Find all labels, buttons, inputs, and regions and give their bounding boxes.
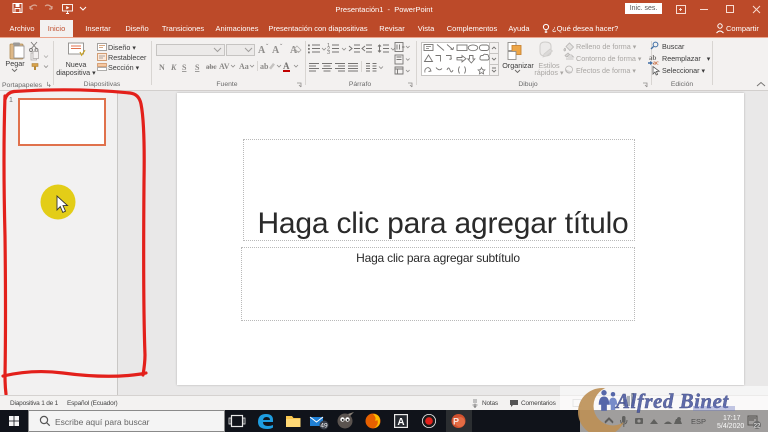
svg-text:A​V: A​V bbox=[219, 62, 230, 71]
svg-text:abc: abc bbox=[206, 63, 217, 71]
svg-text:S: S bbox=[182, 63, 187, 72]
svg-text:49: 49 bbox=[320, 422, 328, 429]
svg-text:P: P bbox=[453, 417, 459, 427]
svg-text:K: K bbox=[170, 63, 177, 72]
svg-text:A: A bbox=[397, 417, 404, 428]
svg-text:N: N bbox=[159, 63, 165, 72]
svg-text:3: 3 bbox=[327, 50, 330, 56]
svg-text:ac: ac bbox=[653, 61, 659, 67]
svg-text:ˇ: ˇ bbox=[280, 43, 283, 51]
svg-text:S: S bbox=[195, 63, 200, 72]
svg-text:Aa: Aa bbox=[239, 62, 249, 71]
svg-text:A: A bbox=[272, 45, 280, 56]
svg-text:ˇ: ˇ bbox=[266, 43, 269, 51]
svg-text:A: A bbox=[258, 45, 266, 56]
svg-text:ab: ab bbox=[260, 62, 269, 71]
svg-text:A: A bbox=[283, 61, 290, 71]
